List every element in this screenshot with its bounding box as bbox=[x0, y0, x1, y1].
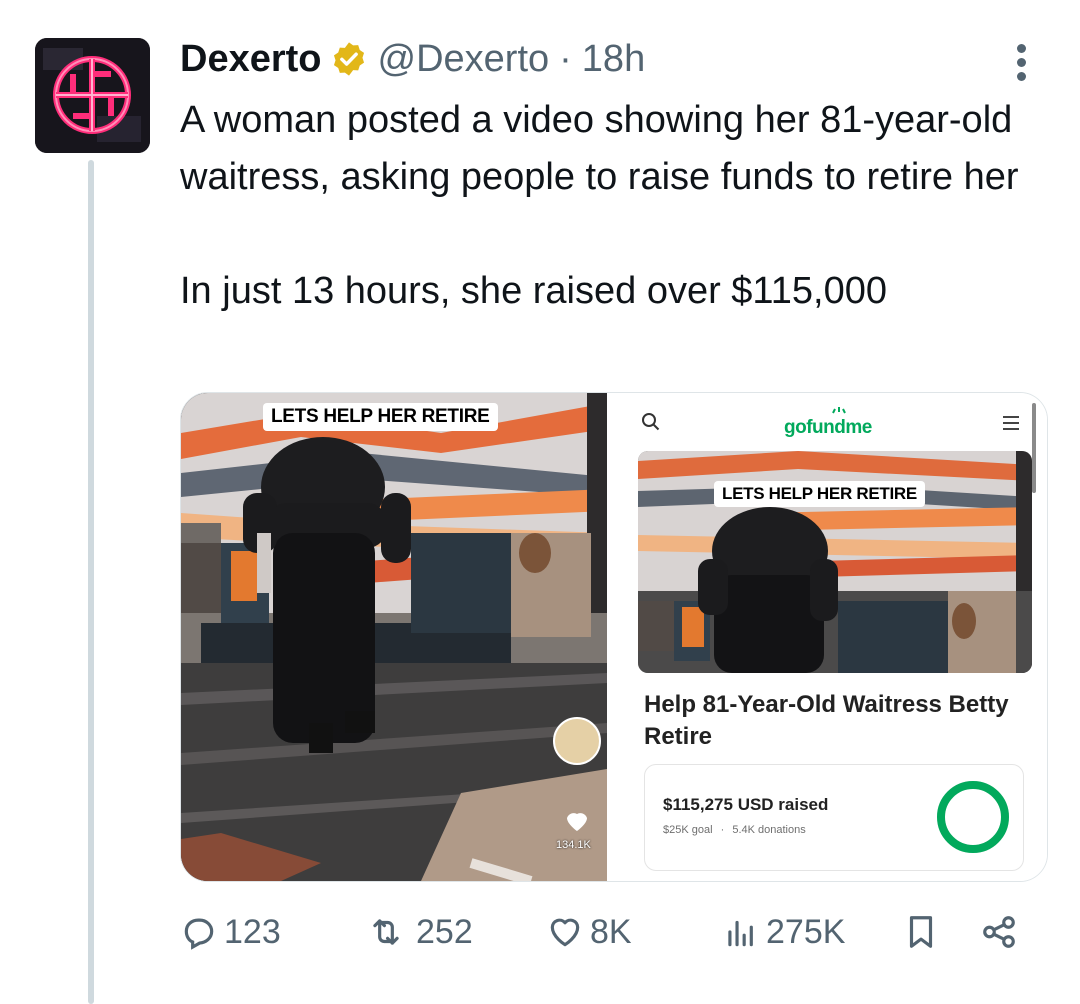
views-button[interactable]: 275K bbox=[722, 900, 845, 964]
media-photo-tiktok[interactable]: LETS HELP HER RETIRE 134.1K bbox=[181, 393, 607, 881]
tweet-text-line: A woman posted a video showing her 81-ye… bbox=[180, 99, 1019, 198]
repost-icon bbox=[373, 919, 399, 945]
repost-count: 252 bbox=[416, 912, 473, 951]
like-count: 8K bbox=[590, 912, 632, 951]
media-photo-gofundme[interactable]: gofundme LETS HELP HER RETIRE Help 81-Ye… bbox=[618, 393, 1047, 881]
heart-icon bbox=[550, 918, 580, 947]
author-handle[interactable]: @Dexerto bbox=[378, 38, 550, 81]
progress-ring bbox=[937, 781, 1009, 853]
reply-button[interactable]: 123 bbox=[180, 900, 281, 964]
raised-amount: $115,275 USD raised bbox=[663, 795, 829, 814]
tweet-actions: 123 252 8K 275K bbox=[180, 900, 1040, 964]
author-name[interactable]: Dexerto bbox=[180, 38, 322, 81]
cover-caption: LETS HELP HER RETIRE bbox=[714, 481, 925, 507]
views-chart-icon bbox=[728, 920, 753, 947]
reply-count: 123 bbox=[224, 912, 281, 951]
more-dots-icon[interactable] bbox=[1014, 44, 1028, 84]
share-icon bbox=[983, 916, 1015, 948]
goal-amount: $25K goal bbox=[663, 824, 713, 836]
media-grid: LETS HELP HER RETIRE 134.1K gofundme LET… bbox=[180, 392, 1048, 882]
gofundme-logo: gofundme bbox=[784, 407, 894, 448]
repost-button[interactable]: 252 bbox=[362, 900, 473, 964]
dexerto-logo-icon bbox=[35, 38, 150, 153]
verified-badge-icon bbox=[330, 40, 368, 78]
donation-count: 5.4K donations bbox=[732, 824, 806, 836]
header-separator: · bbox=[559, 37, 572, 80]
video-caption: LETS HELP HER RETIRE bbox=[263, 403, 498, 431]
thread-line bbox=[88, 160, 94, 1004]
fundraiser-cover-image: LETS HELP HER RETIRE bbox=[638, 451, 1032, 673]
search-icon bbox=[640, 411, 662, 438]
donation-progress-card: $115,275 USD raised $25K goal · 5.4K don… bbox=[644, 764, 1024, 871]
tweet-body: A woman posted a video showing her 81-ye… bbox=[180, 92, 1050, 320]
tweet-header: Dexerto @Dexerto · 18h bbox=[180, 34, 645, 84]
tweet-text-line: In just 13 hours, she raised over $115,0… bbox=[180, 270, 887, 312]
menu-icon bbox=[1002, 415, 1020, 436]
scrollbar[interactable] bbox=[1032, 403, 1036, 493]
share-button[interactable] bbox=[980, 900, 1024, 964]
tweet-timestamp[interactable]: 18h bbox=[582, 38, 645, 81]
bookmark-button[interactable] bbox=[902, 900, 946, 964]
fundraiser-title[interactable]: Help 81-Year-Old Waitress Betty Retire bbox=[644, 689, 1024, 753]
author-avatar[interactable] bbox=[35, 38, 150, 153]
stats-separator: · bbox=[720, 824, 725, 836]
fundraiser-stats: $25K goal · 5.4K donations bbox=[663, 824, 806, 836]
views-count: 275K bbox=[766, 912, 846, 951]
tiktok-like-count: 134.1K bbox=[556, 839, 591, 851]
like-button[interactable]: 8K bbox=[546, 900, 632, 964]
bookmark-icon bbox=[909, 916, 933, 948]
reply-icon bbox=[184, 918, 214, 950]
restaurant-photo-image bbox=[181, 393, 607, 881]
